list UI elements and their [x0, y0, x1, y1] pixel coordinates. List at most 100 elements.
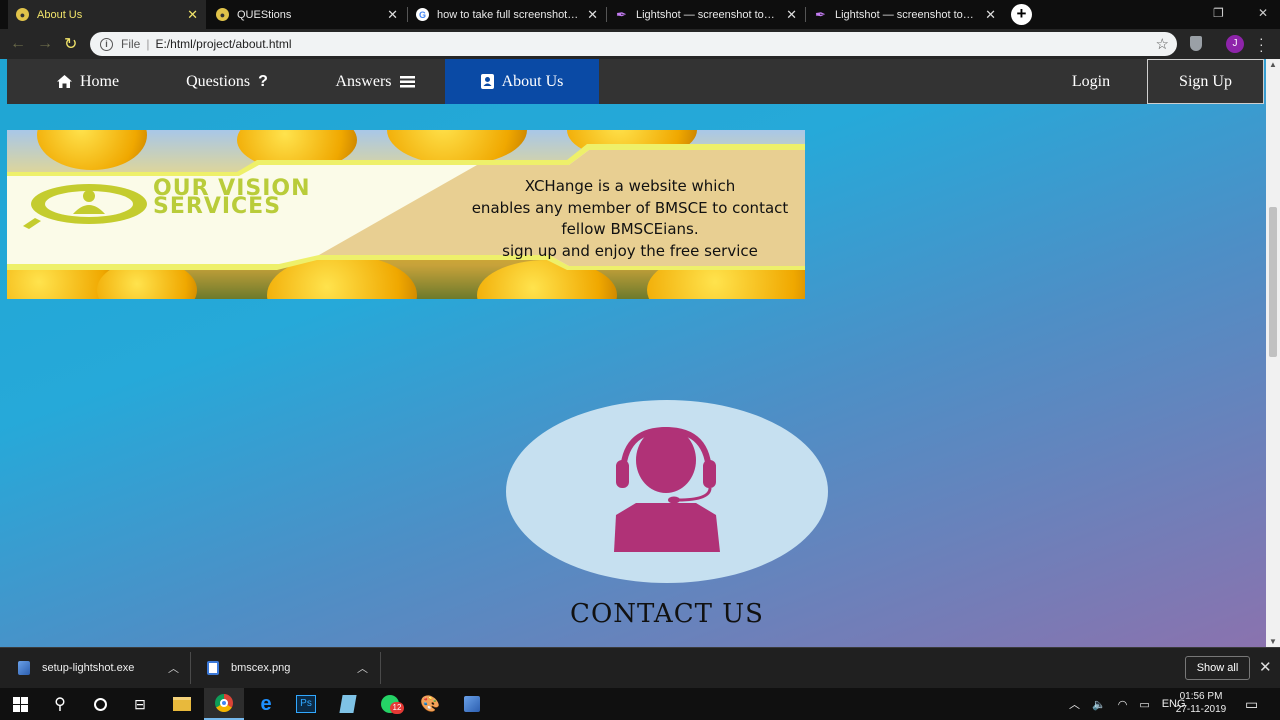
clock[interactable]: 01:56 PM 27-11-2019: [1170, 690, 1232, 716]
chevron-up-icon[interactable]: ︿: [168, 660, 179, 676]
google-favicon-icon: G: [416, 8, 429, 21]
new-tab-button[interactable]: +: [1011, 4, 1032, 25]
home-icon: [56, 75, 72, 88]
tab-about-us[interactable]: ● About Us ✕: [8, 0, 206, 29]
notifications-icon[interactable]: ▭: [1245, 688, 1258, 720]
download-item[interactable]: bmscex.png ︿: [207, 648, 377, 688]
tab-questions[interactable]: ● QUEStions ✕: [208, 0, 406, 29]
download-separator: [380, 652, 381, 684]
tab-title: QUEStions: [237, 8, 292, 21]
browser-toolbar: ← → ↻ i File | E:/html/project/about.htm…: [0, 29, 1280, 59]
profile-avatar[interactable]: J: [1226, 35, 1244, 53]
wifi-icon[interactable]: ◠: [1118, 698, 1128, 711]
bookmark-star-icon[interactable]: ☆: [1156, 35, 1169, 53]
reload-icon[interactable]: ↻: [64, 34, 77, 54]
browser-menu-icon[interactable]: · · ·: [1259, 31, 1264, 57]
download-item[interactable]: setup-lightshot.exe ︿: [18, 648, 188, 688]
clock-time: 01:56 PM: [1179, 691, 1223, 702]
tab-title: Lightshot — screenshot tool for M: [636, 8, 780, 21]
info-icon[interactable]: i: [100, 37, 113, 51]
question-mark-icon: ?: [258, 72, 268, 90]
list-icon: [399, 75, 415, 87]
download-filename: bmscex.png: [231, 662, 291, 674]
url-text[interactable]: E:/html/project/about.html: [155, 37, 291, 51]
show-all-button[interactable]: Show all: [1185, 656, 1250, 680]
start-button[interactable]: [0, 688, 40, 720]
close-icon[interactable]: ✕: [387, 7, 398, 23]
lightshot-feather-icon: ✒: [616, 6, 627, 22]
volume-icon[interactable]: 🔈: [1092, 698, 1106, 711]
chrome-taskbar-icon[interactable]: [204, 688, 244, 720]
tab-title: Lightshot — screenshot tool for M: [835, 8, 979, 21]
nav-signup[interactable]: Sign Up: [1147, 59, 1264, 104]
site-navbar: Home Questions ? Answers About Us Login: [7, 59, 1264, 104]
chevron-up-icon[interactable]: ︿: [1069, 696, 1080, 712]
tab-title: About Us: [37, 8, 83, 21]
installer-file-icon: [18, 661, 30, 675]
vision-banner: OUR VISION SERVICES XCHange is a website…: [7, 130, 805, 299]
file-explorer-icon[interactable]: [162, 688, 202, 720]
close-icon[interactable]: ✕: [786, 7, 797, 23]
nav-about-label: About Us: [501, 72, 564, 90]
contact-card-icon: [480, 74, 494, 89]
edge-icon[interactable]: e: [246, 688, 286, 720]
download-bar: setup-lightshot.exe ︿ bmscex.png ︿ Show …: [0, 647, 1280, 688]
contact-oval[interactable]: [506, 400, 828, 583]
scrollbar-thumb[interactable]: [1269, 207, 1277, 357]
nav-signup-label: Sign Up: [1179, 72, 1232, 90]
tab-title: how to take full screenshot in wir: [437, 8, 582, 21]
chrome-favicon-icon: ●: [16, 8, 29, 21]
notification-badge: 12: [390, 702, 404, 714]
battery-icon[interactable]: ▭: [1139, 698, 1149, 711]
tab-strip: ● About Us ✕ ● QUEStions ✕ G how to take…: [0, 0, 1280, 29]
close-icon[interactable]: ✕: [587, 7, 598, 23]
tab-lightshot-2[interactable]: ✒ Lightshot — screenshot tool for M ✕: [806, 0, 1004, 29]
nav-questions[interactable]: Questions ?: [157, 59, 297, 104]
url-divider: |: [146, 37, 150, 51]
notepad-icon[interactable]: [328, 688, 368, 720]
whatsapp-icon[interactable]: 12: [370, 688, 410, 720]
setup-app-icon[interactable]: [452, 688, 492, 720]
chevron-up-icon[interactable]: ︿: [357, 660, 368, 676]
search-icon[interactable]: ⚲: [40, 688, 80, 720]
system-tray: ︿ 🔈 ◠ ▭ ENG: [1069, 688, 1186, 720]
page-scrollbar[interactable]: ▲ ▼: [1266, 59, 1280, 647]
close-window-icon[interactable]: ✕: [1258, 6, 1268, 20]
close-icon[interactable]: ✕: [187, 7, 198, 23]
nav-home[interactable]: Home: [7, 59, 169, 104]
banner-desc-line: fellow BMSCEians.: [561, 220, 699, 238]
banner-desc-line: sign up and enjoy the free service: [502, 241, 758, 260]
extension-shield-icon[interactable]: [1190, 36, 1202, 51]
task-view-icon[interactable]: ⊟: [120, 688, 160, 720]
scroll-down-arrow-icon[interactable]: ▼: [1269, 637, 1277, 646]
forward-arrow-icon[interactable]: →: [37, 35, 53, 53]
image-file-icon: [207, 661, 219, 675]
nav-answers-label: Answers: [335, 72, 392, 90]
windows-logo-icon: [12, 696, 28, 712]
cortana-icon[interactable]: [80, 688, 120, 720]
banner-description: XCHange is a website which enables any m…: [447, 176, 805, 262]
lightshot-feather-icon: ✒: [815, 6, 826, 22]
download-filename: setup-lightshot.exe: [42, 662, 135, 674]
paint-icon[interactable]: 🎨: [410, 688, 450, 720]
nav-answers[interactable]: Answers: [305, 59, 445, 104]
tab-lightshot-1[interactable]: ✒ Lightshot — screenshot tool for M ✕: [607, 0, 805, 29]
url-scheme: File: [121, 37, 141, 51]
download-separator: [190, 652, 191, 684]
support-agent-icon: [614, 426, 720, 552]
banner-desc-line: enables any member of BMSCE to contact: [471, 198, 789, 217]
address-bar[interactable]: i File | E:/html/project/about.html ☆: [90, 32, 1177, 56]
close-icon[interactable]: ✕: [1259, 658, 1272, 676]
nav-login-label: Login: [1071, 72, 1111, 90]
contact-heading: CONTACT US: [570, 599, 764, 629]
vision-heading: OUR VISION SERVICES: [153, 178, 311, 218]
close-icon[interactable]: ✕: [985, 7, 996, 23]
back-arrow-icon[interactable]: ←: [10, 35, 26, 53]
photoshop-icon[interactable]: Ps: [286, 688, 326, 720]
restore-window-icon[interactable]: ❐: [1213, 6, 1224, 20]
nav-about-us[interactable]: About Us: [445, 59, 599, 104]
chrome-favicon-icon: ●: [216, 8, 229, 21]
scroll-up-arrow-icon[interactable]: ▲: [1269, 60, 1277, 69]
nav-login[interactable]: Login: [1050, 59, 1132, 104]
tab-google-search[interactable]: G how to take full screenshot in wir ✕: [408, 0, 606, 29]
